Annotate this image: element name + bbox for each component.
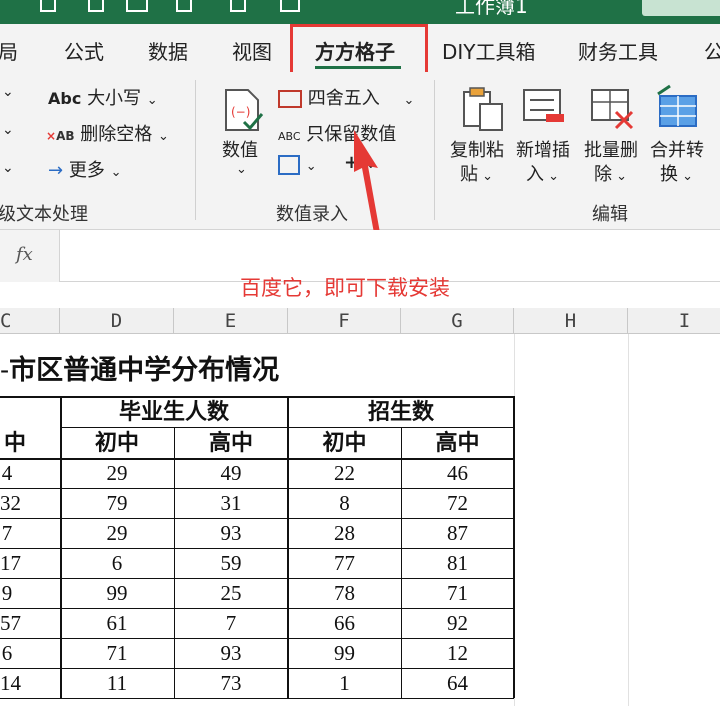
table-cell[interactable]: 6 xyxy=(0,638,14,668)
fx-icon: fx xyxy=(16,244,33,265)
table-cell[interactable]: 66 xyxy=(288,608,401,638)
table-cell[interactable]: 7 xyxy=(0,518,14,548)
table-cell[interactable]: 11 xyxy=(60,668,174,698)
table-cell[interactable]: 81 xyxy=(401,548,514,578)
table-cell[interactable]: 77 xyxy=(288,548,401,578)
group-header-enrollment[interactable]: 招生数 xyxy=(288,396,514,427)
table-cell[interactable]: 1 xyxy=(288,668,401,698)
table-cell[interactable]: 57 xyxy=(0,608,21,638)
column-header-i[interactable]: I xyxy=(628,308,720,334)
table-cell[interactable]: 14 xyxy=(0,668,21,698)
table-cell[interactable]: 93 xyxy=(174,518,288,548)
table-cell[interactable]: 46 xyxy=(401,458,514,488)
table-cell[interactable]: 59 xyxy=(174,548,288,578)
column-header-d[interactable]: D xyxy=(60,308,174,334)
column-header-e[interactable]: E xyxy=(174,308,288,334)
table-cell[interactable]: 87 xyxy=(401,518,514,548)
table-cell[interactable]: 8 xyxy=(288,488,401,518)
table-cell[interactable]: 7 xyxy=(174,608,288,638)
table-cell[interactable]: 22 xyxy=(288,458,401,488)
table-cell[interactable]: 99 xyxy=(288,638,401,668)
sub-header[interactable]: 高中 xyxy=(401,427,514,458)
table-cell[interactable]: 64 xyxy=(401,668,514,698)
table-cell[interactable]: 25 xyxy=(174,578,288,608)
table-cell[interactable]: 49 xyxy=(174,458,288,488)
table-cell[interactable]: 71 xyxy=(401,578,514,608)
column-header-h[interactable]: H xyxy=(514,308,628,334)
table-cell[interactable]: 71 xyxy=(60,638,174,668)
table-cell[interactable]: 78 xyxy=(288,578,401,608)
column-header-f[interactable]: F xyxy=(288,308,401,334)
annotation-text: 百度它，即可下载安装 xyxy=(240,276,450,300)
table-cell[interactable]: 79 xyxy=(60,488,174,518)
column-header-g[interactable]: G xyxy=(401,308,514,334)
sheet-grid[interactable]: -市区普通中学分布情况 毕业生人数 招生数中初中 高中 初中 高中 4 29 49 22 46 32… xyxy=(0,334,720,706)
sub-header[interactable]: 初中 xyxy=(60,427,174,458)
table-cell[interactable]: 31 xyxy=(174,488,288,518)
table-cell[interactable]: 61 xyxy=(60,608,174,638)
sub-header[interactable]: 高中 xyxy=(174,427,288,458)
sheet-title: -市区普通中学分布情况 xyxy=(0,355,280,386)
sub-header[interactable]: 初中 xyxy=(288,427,401,458)
table-cell[interactable]: 29 xyxy=(60,458,174,488)
fx-button[interactable]: fx xyxy=(0,230,60,282)
grid-line xyxy=(628,334,629,706)
table-cell[interactable]: 12 xyxy=(401,638,514,668)
table-cell[interactable]: 32 xyxy=(0,488,21,518)
table-cell[interactable]: 4 xyxy=(0,458,14,488)
table-cell[interactable]: 93 xyxy=(174,638,288,668)
table-cell[interactable]: 29 xyxy=(60,518,174,548)
group-header-graduates[interactable]: 毕业生人数 xyxy=(60,396,288,427)
column-header-c[interactable]: C xyxy=(0,308,60,334)
table-cell[interactable]: 6 xyxy=(60,548,174,578)
table-cell[interactable]: 73 xyxy=(174,668,288,698)
table-cell[interactable]: 92 xyxy=(401,608,514,638)
table-cell[interactable]: 99 xyxy=(60,578,174,608)
table-cell[interactable]: 17 xyxy=(0,548,21,578)
table-cell[interactable]: 9 xyxy=(0,578,14,608)
table-cell[interactable]: 28 xyxy=(288,518,401,548)
table-cell[interactable]: 72 xyxy=(401,488,514,518)
column-headers: C D E F G H I xyxy=(0,308,720,334)
table-border xyxy=(0,698,514,699)
sub-header[interactable]: 中 xyxy=(0,427,30,458)
